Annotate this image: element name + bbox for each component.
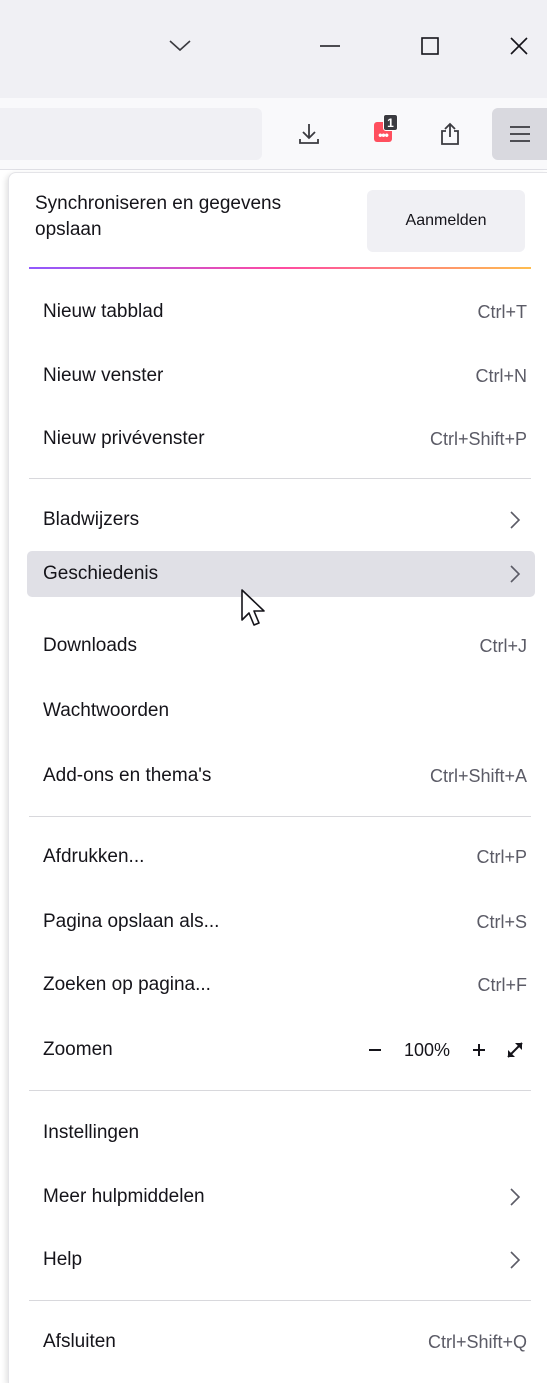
maximize-button[interactable] <box>400 20 460 72</box>
menu-item-label: Nieuw venster <box>43 365 164 386</box>
menu-item-shortcut: Ctrl+N <box>475 366 527 386</box>
minimize-button[interactable] <box>300 20 360 72</box>
menu-item-zoom: Zoomen 100% <box>27 1027 535 1073</box>
menu-separator <box>29 478 531 479</box>
extension-badge-count: 1 <box>383 114 398 131</box>
application-menu-panel: Synchroniseren en gegevens opslaan Aanme… <box>8 172 547 1383</box>
list-all-tabs-button[interactable] <box>150 20 210 72</box>
menu-item-label: Wachtwoorden <box>43 700 170 721</box>
menu-item-label: Zoomen <box>43 1039 113 1060</box>
sync-description: Synchroniseren en gegevens opslaan <box>35 193 282 240</box>
downloads-button[interactable] <box>283 108 335 160</box>
menu-item-label: Add-ons en thema's <box>43 765 212 786</box>
menu-item-label: Zoeken op pagina... <box>43 974 211 995</box>
url-bar[interactable] <box>0 108 262 160</box>
menu-item-help[interactable]: Help <box>27 1237 535 1283</box>
menu-item-shortcut: Ctrl+Shift+Q <box>427 1332 527 1352</box>
menu-item-shortcut: Ctrl+T <box>477 302 528 322</box>
menu-item-label: Meer hulpmiddelen <box>43 1186 205 1207</box>
menu-item-new-window[interactable]: Nieuw venster Ctrl+N <box>27 353 535 399</box>
zoom-out-button[interactable] <box>359 1034 391 1066</box>
sync-section: Synchroniseren en gegevens opslaan Aanme… <box>9 173 547 269</box>
menu-item-settings[interactable]: Instellingen <box>27 1110 535 1156</box>
menu-item-downloads[interactable]: Downloads Ctrl+J <box>27 623 535 669</box>
zoom-level-button[interactable]: 100% <box>391 1040 463 1061</box>
menu-item-label: Afsluiten <box>43 1331 116 1352</box>
menu-item-label: Instellingen <box>43 1122 140 1143</box>
sign-in-button[interactable]: Aanmelden <box>367 190 525 252</box>
menu-separator <box>29 1300 531 1301</box>
menu-item-label: Geschiedenis <box>43 563 159 584</box>
menu-separator <box>29 1090 531 1091</box>
menu-item-new-private-window[interactable]: Nieuw privévenster Ctrl+Shift+P <box>27 416 535 462</box>
fullscreen-icon <box>507 1042 523 1058</box>
share-button[interactable] <box>424 108 476 160</box>
menu-item-shortcut: Ctrl+S <box>476 912 527 932</box>
menu-item-more-tools[interactable]: Meer hulpmiddelen <box>27 1174 535 1220</box>
menu-item-bookmarks[interactable]: Bladwijzers <box>27 497 535 543</box>
menu-item-passwords[interactable]: Wachtwoorden <box>27 688 535 734</box>
menu-item-label: Nieuw tabblad <box>43 301 164 322</box>
menu-item-print[interactable]: Afdrukken... Ctrl+P <box>27 834 535 880</box>
maximize-icon <box>421 37 439 55</box>
sync-gradient-divider <box>29 267 531 269</box>
menu-item-new-tab[interactable]: Nieuw tabblad Ctrl+T <box>27 289 535 335</box>
menu-item-quit[interactable]: Afsluiten Ctrl+Shift+Q <box>27 1319 535 1365</box>
menu-item-label: Bladwijzers <box>43 509 140 530</box>
close-window-button[interactable] <box>490 20 547 72</box>
chevron-right-icon <box>505 561 525 587</box>
menu-item-label: Help <box>43 1249 83 1270</box>
menu-item-label: Nieuw privévenster <box>43 428 205 449</box>
zoom-controls: 100% <box>359 1033 531 1067</box>
extension-button[interactable]: ••• 1 <box>356 108 408 160</box>
title-bar <box>0 0 547 98</box>
menu-item-label: Downloads <box>43 635 137 656</box>
plus-icon <box>473 1044 485 1056</box>
download-icon <box>299 124 319 144</box>
chevron-right-icon <box>505 1184 525 1210</box>
navigation-toolbar: ••• 1 <box>0 98 547 170</box>
chevron-right-icon <box>505 1247 525 1273</box>
fullscreen-button[interactable] <box>499 1034 531 1066</box>
menu-item-shortcut: Ctrl+Shift+A <box>429 766 527 786</box>
menu-item-shortcut: Ctrl+Shift+P <box>429 429 527 449</box>
share-icon <box>441 122 459 145</box>
menu-item-label: Afdrukken... <box>43 846 145 867</box>
chevron-right-icon <box>505 507 525 533</box>
menu-item-label: Pagina opslaan als... <box>43 911 220 932</box>
minimize-icon <box>320 45 340 47</box>
chevron-down-icon <box>169 40 191 52</box>
menu-item-save-page-as[interactable]: Pagina opslaan als... Ctrl+S <box>27 899 535 945</box>
menu-item-find-in-page[interactable]: Zoeken op pagina... Ctrl+F <box>27 962 535 1008</box>
menu-separator <box>29 816 531 817</box>
open-application-menu-button[interactable] <box>492 108 547 160</box>
menu-item-history[interactable]: Geschiedenis <box>27 551 535 597</box>
mouse-cursor-icon <box>241 589 265 626</box>
menu-item-shortcut: Ctrl+J <box>479 636 527 656</box>
zoom-in-button[interactable] <box>463 1034 495 1066</box>
menu-item-addons-themes[interactable]: Add-ons en thema's Ctrl+Shift+A <box>27 753 535 799</box>
menu-item-shortcut: Ctrl+F <box>477 975 528 995</box>
menu-item-shortcut: Ctrl+P <box>476 847 527 867</box>
close-icon <box>509 37 528 55</box>
minus-icon <box>369 1049 381 1051</box>
hamburger-menu-icon <box>509 126 530 142</box>
